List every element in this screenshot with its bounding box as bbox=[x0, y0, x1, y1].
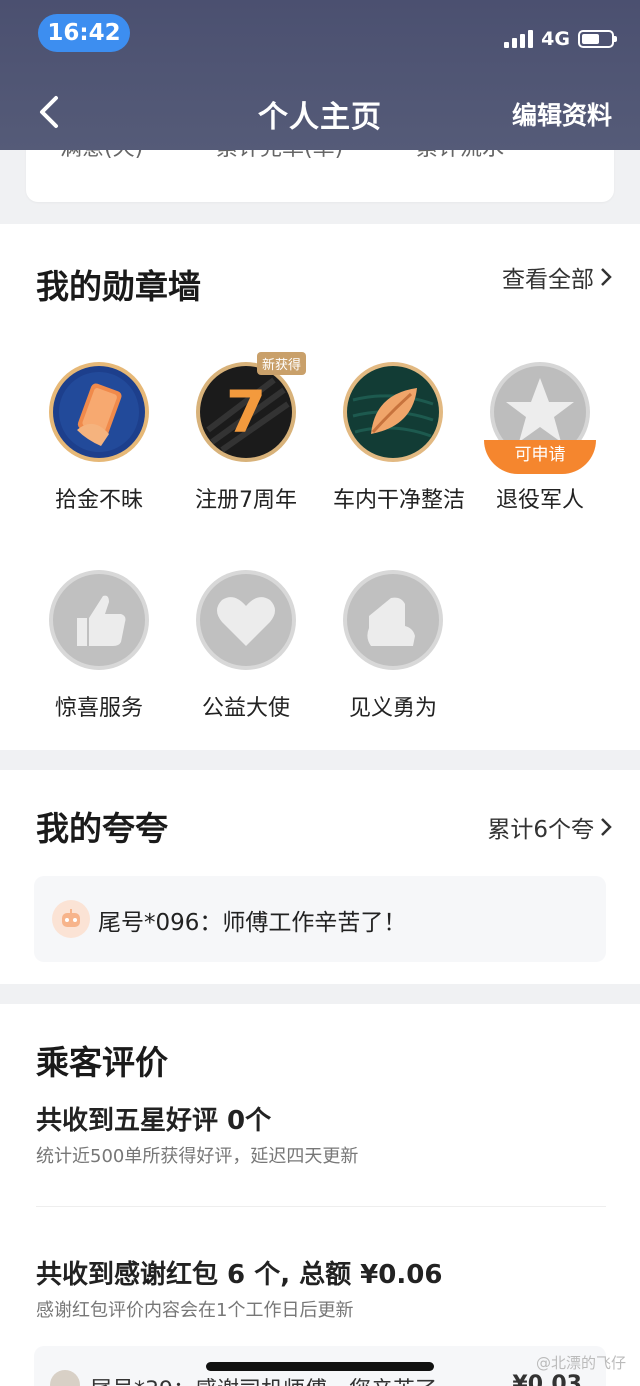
status-indicators: 4G bbox=[504, 24, 617, 54]
seven-year-medal-icon: 7 bbox=[196, 362, 296, 462]
view-all-label: 查看全部 bbox=[502, 267, 594, 293]
chevron-right-icon bbox=[601, 268, 612, 286]
status-time: 16:42 bbox=[38, 14, 130, 52]
red-packet-row-text: 尾号*39：感谢司机师傅，您辛苦了 bbox=[90, 1372, 437, 1386]
apply-badge[interactable]: 可申请 bbox=[484, 440, 596, 474]
medal-item[interactable]: 拾金不昧 bbox=[39, 360, 159, 514]
avatar bbox=[50, 1370, 80, 1386]
medal-label: 见义勇为 bbox=[348, 696, 437, 721]
fist-medal-icon bbox=[343, 570, 443, 670]
svg-text:7: 7 bbox=[226, 378, 266, 446]
five-star-note: 统计近500单所获得好评，延迟四天更新 bbox=[36, 1146, 359, 1167]
praise-title: 我的夸夸 bbox=[36, 809, 168, 848]
heart-medal-icon bbox=[196, 570, 296, 670]
medal-label: 车内干净整洁 bbox=[333, 488, 466, 513]
red-packet-summary: 共收到感谢红包 6 个, 总额 ¥0.06 bbox=[36, 1260, 443, 1290]
five-star-count: 共收到五星好评 0个 bbox=[36, 1106, 272, 1136]
review-title: 乘客评价 bbox=[36, 1043, 168, 1082]
card-medal-icon bbox=[49, 362, 149, 462]
network-type: 4G bbox=[541, 28, 570, 50]
thumbs-up-medal-icon bbox=[49, 570, 149, 670]
praise-count-label: 累计6个夸 bbox=[487, 817, 594, 843]
medal-label: 注册7周年 bbox=[195, 488, 297, 513]
medal-item[interactable]: 惊喜服务 bbox=[39, 568, 159, 722]
divider bbox=[36, 1206, 606, 1207]
red-packet-note: 感谢红包评价内容会在1个工作日后更新 bbox=[36, 1300, 354, 1321]
robot-avatar-icon bbox=[52, 900, 90, 938]
praise-count-link[interactable]: 累计6个夸 bbox=[487, 810, 612, 844]
praise-section: 我的夸夸 累计6个夸 尾号*096：师傅工作辛苦了！ bbox=[0, 770, 640, 984]
passenger-review-section: 乘客评价 共收到五星好评 0个 统计近500单所获得好评，延迟四天更新 共收到感… bbox=[0, 1004, 640, 1386]
medal-label: 拾金不昧 bbox=[54, 488, 143, 513]
header-bar: 16:42 4G 个人主页 编辑资料 bbox=[0, 0, 640, 150]
watermark: @北漂的飞仔 bbox=[535, 1354, 626, 1372]
medal-item[interactable]: 公益大使 bbox=[186, 568, 306, 722]
medal-wall-section: 我的勋章墙 查看全部 拾金不昧 7 新获得 注册7周年 车内干净整洁 可申请 退… bbox=[0, 224, 640, 750]
battery-icon bbox=[578, 30, 617, 48]
praise-item[interactable]: 尾号*096：师傅工作辛苦了！ bbox=[34, 876, 606, 962]
medal-wall-title: 我的勋章墙 bbox=[36, 267, 201, 306]
medal-item[interactable]: 可申请 退役军人 bbox=[480, 360, 600, 514]
red-packet-row-amount: ¥0.03 bbox=[512, 1372, 582, 1386]
edit-profile-button[interactable]: 编辑资料 bbox=[512, 96, 612, 132]
new-badge: 新获得 bbox=[256, 352, 306, 375]
medal-label: 退役军人 bbox=[495, 488, 584, 513]
medal-item[interactable]: 车内干净整洁 bbox=[333, 360, 466, 514]
view-all-medals-link[interactable]: 查看全部 bbox=[502, 260, 612, 294]
medal-item[interactable]: 7 新获得 注册7周年 bbox=[186, 352, 306, 514]
leaf-medal-icon bbox=[343, 362, 443, 462]
medal-label: 公益大使 bbox=[201, 696, 290, 721]
praise-text: 尾号*096：师傅工作辛苦了！ bbox=[98, 910, 407, 936]
chevron-right-icon bbox=[601, 818, 612, 836]
medal-label: 惊喜服务 bbox=[54, 696, 143, 721]
signal-icon bbox=[504, 30, 534, 48]
home-indicator[interactable] bbox=[206, 1362, 434, 1371]
medal-item[interactable]: 见义勇为 bbox=[333, 568, 453, 722]
